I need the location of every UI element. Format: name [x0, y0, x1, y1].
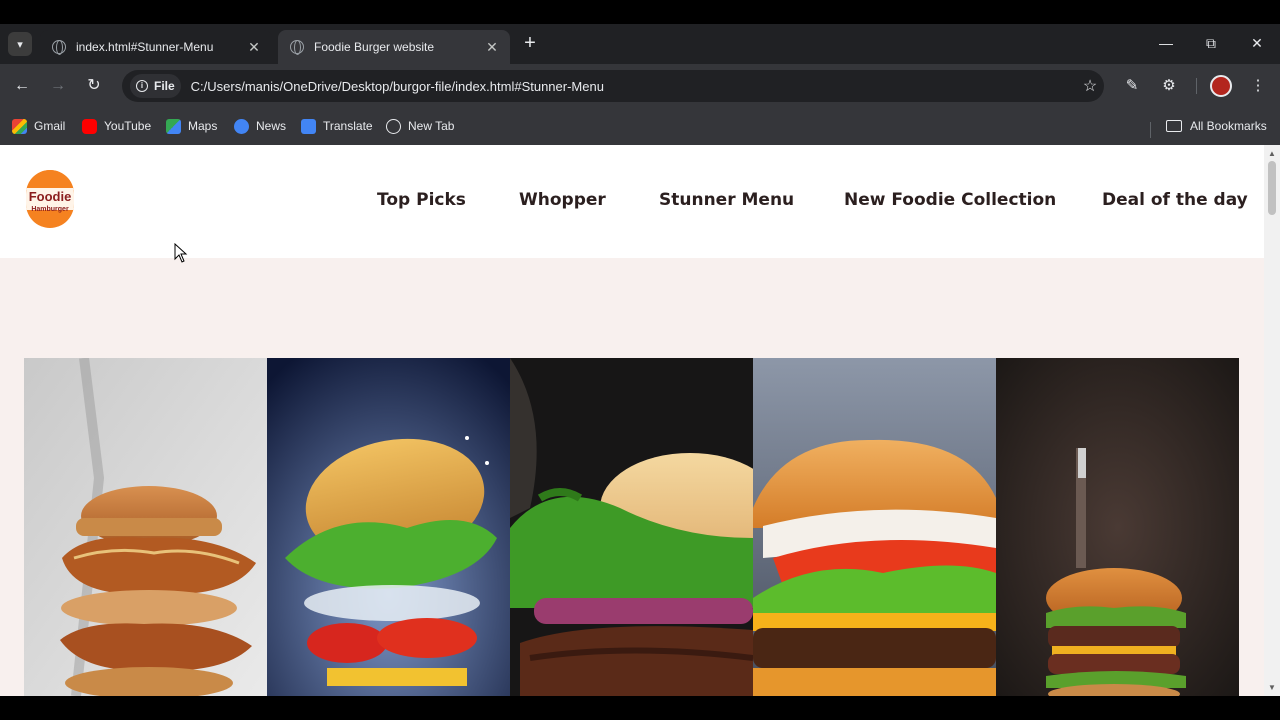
scroll-down-arrow-icon[interactable]: ▼ [1264, 681, 1280, 695]
flying-burger-illustration [267, 358, 510, 696]
globe-icon [290, 40, 304, 55]
close-icon[interactable]: ✕ [484, 39, 500, 55]
url-text[interactable]: C:/Users/manis/OneDrive/Desktop/burgor-f… [191, 79, 1076, 94]
globe-icon [52, 40, 66, 55]
toolbar: ← → ↻ i File C:/Users/manis/OneDrive/Des… [0, 64, 1280, 108]
burger-image-1[interactable] [24, 358, 267, 696]
youtube-icon [82, 118, 97, 134]
toolbar-divider [1196, 78, 1197, 94]
bookmarks-divider [1150, 122, 1151, 138]
site-header: Foodie Hamburger Top Picks Whopper Stunn… [0, 145, 1264, 258]
bookmarks-bar: Gmail YouTube Maps News Translate New Ta… [0, 108, 1280, 145]
maps-icon [166, 118, 181, 134]
bookmark-label: News [256, 119, 287, 133]
forward-button[interactable]: → [46, 74, 70, 98]
site-info-label: File [154, 79, 175, 93]
burger-image-2[interactable] [267, 358, 510, 696]
back-button[interactable]: ← [10, 74, 34, 98]
minimize-button[interactable]: — [1154, 32, 1178, 54]
burger-image-4[interactable] [753, 358, 996, 696]
scroll-up-arrow-icon[interactable]: ▲ [1264, 147, 1280, 161]
lettuce-burger-illustration [510, 358, 753, 696]
address-bar[interactable]: i File C:/Users/manis/OneDrive/Desktop/b… [122, 70, 1104, 102]
bookmark-youtube[interactable]: YouTube [82, 116, 151, 136]
news-icon [234, 118, 249, 134]
profile-avatar[interactable] [1210, 75, 1232, 97]
bookmark-label: Translate [323, 119, 373, 133]
burger-image-3[interactable] [510, 358, 753, 696]
logo-text-main: Foodie [28, 189, 72, 204]
stacked-chicken-burger-illustration [24, 358, 267, 696]
scrollbar-thumb[interactable] [1268, 161, 1276, 215]
gmail-icon [12, 118, 27, 134]
translate-icon [301, 118, 316, 134]
bookmark-label: Gmail [34, 119, 66, 133]
reload-button[interactable]: ↻ [82, 74, 106, 98]
browser-chrome: ▾ index.html#Stunner-Menu ✕ Foodie Burge… [0, 24, 1280, 145]
bookmark-label: Maps [188, 119, 218, 133]
screen-bottom-bar [0, 696, 1280, 720]
web-page: Foodie Hamburger Top Picks Whopper Stunn… [0, 145, 1264, 696]
new-tab-button[interactable]: + [519, 32, 541, 54]
nav-new-foodie-collection[interactable]: New Foodie Collection [844, 190, 1056, 210]
nav-whopper[interactable]: Whopper [519, 190, 606, 210]
tab-search-button[interactable]: ▾ [8, 32, 32, 56]
globe-icon [386, 118, 401, 134]
close-icon[interactable]: ✕ [246, 39, 262, 55]
folder-icon [1166, 120, 1182, 132]
all-bookmarks-button[interactable]: All Bookmarks [1166, 116, 1267, 136]
logo-text-sub: Hamburger [31, 206, 69, 213]
bookmark-news[interactable]: News [234, 116, 286, 136]
nav-stunner-menu[interactable]: Stunner Menu [659, 190, 794, 210]
tab-strip: ▾ index.html#Stunner-Menu ✕ Foodie Burge… [0, 24, 1280, 64]
burger-gallery [24, 358, 1239, 696]
pen-icon[interactable]: ✎ [1120, 74, 1144, 98]
restore-button[interactable]: ⧉ [1199, 32, 1223, 54]
tab-foodie-burger[interactable]: Foodie Burger website ✕ [278, 30, 510, 64]
window-close-button[interactable]: ✕ [1245, 32, 1269, 54]
info-icon: i [136, 80, 148, 92]
tab-index[interactable]: index.html#Stunner-Menu ✕ [40, 30, 272, 64]
bookmark-label: New Tab [408, 119, 455, 133]
all-bookmarks-label: All Bookmarks [1190, 119, 1267, 133]
screen-top-bar [0, 0, 1280, 24]
bookmark-gmail[interactable]: Gmail [12, 116, 65, 136]
cheeseburger-illustration [753, 358, 996, 696]
bookmark-star-icon[interactable]: ☆ [1076, 76, 1104, 96]
foodie-logo[interactable]: Foodie Hamburger [26, 170, 74, 228]
extensions-icon[interactable]: ⚙ [1157, 74, 1181, 98]
tab-title: Foodie Burger website [314, 40, 435, 54]
tab-title: index.html#Stunner-Menu [76, 40, 214, 54]
mouse-cursor-icon [174, 243, 188, 263]
nav-deal-of-the-day[interactable]: Deal of the day [1102, 190, 1248, 210]
tall-burger-with-knife-illustration [996, 358, 1239, 696]
bookmark-label: YouTube [104, 119, 152, 133]
menu-kebab-icon[interactable]: ⋮ [1246, 74, 1270, 98]
nav-top-picks[interactable]: Top Picks [377, 190, 466, 210]
vertical-scrollbar[interactable]: ▲ ▼ [1264, 145, 1280, 696]
bookmark-maps[interactable]: Maps [166, 116, 217, 136]
site-info-chip[interactable]: i File [130, 74, 181, 98]
bookmark-new-tab[interactable]: New Tab [386, 116, 454, 136]
burger-image-5[interactable] [996, 358, 1239, 696]
bookmark-translate[interactable]: Translate [301, 116, 373, 136]
